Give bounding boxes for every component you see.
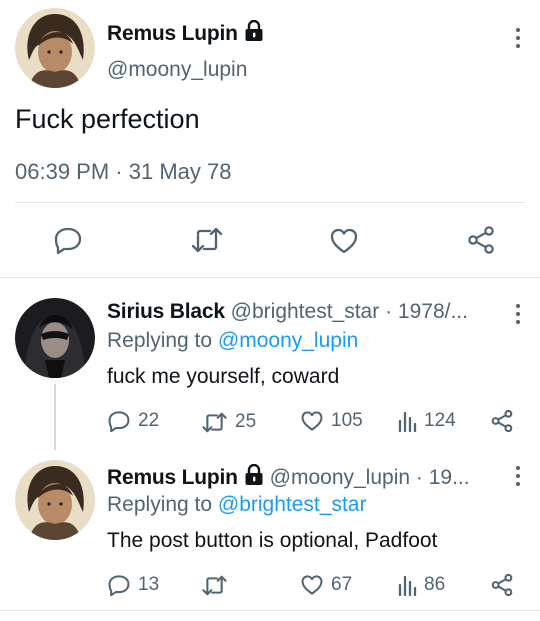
like-count: 105 [331, 410, 363, 431]
like-count: 67 [331, 574, 353, 595]
author-name[interactable]: Remus Lupin [107, 22, 238, 45]
retweet-icon [202, 575, 227, 596]
tweet-timestamp: 06:39 PM · 31 May 78 [15, 159, 231, 185]
reply-button[interactable]: 22 [107, 410, 159, 432]
reply-button[interactable]: 13 [107, 574, 159, 596]
views-count: 86 [424, 574, 446, 595]
share-button[interactable] [490, 409, 514, 433]
views-button[interactable]: 124 [397, 410, 456, 432]
reply-author-name[interactable]: Sirius Black [107, 300, 225, 323]
avatar-image [15, 460, 95, 540]
views-count: 124 [424, 410, 456, 431]
reply-timestamp[interactable]: · 19... [416, 466, 470, 489]
author-handle[interactable]: @moony_lupin [107, 58, 247, 82]
reply-count: 13 [138, 574, 160, 595]
like-button[interactable]: 67 [300, 574, 352, 596]
share-icon [491, 409, 513, 433]
more-options-icon[interactable] [515, 304, 521, 328]
retweet-count: 25 [235, 411, 257, 432]
more-options-icon[interactable] [515, 28, 521, 52]
reply-header: Remus Lupin @moony_lupin · 19... [107, 464, 470, 490]
replying-to-label: Replying to [107, 493, 213, 516]
reply-icon [108, 575, 130, 596]
views-icon [398, 411, 417, 432]
share-button[interactable] [466, 225, 496, 255]
reply-icon [54, 227, 82, 254]
like-button[interactable]: 105 [300, 410, 363, 432]
retweet-button[interactable] [190, 227, 224, 253]
reply-icon [108, 411, 130, 432]
divider [15, 202, 525, 203]
reply-count: 22 [138, 410, 160, 431]
divider [0, 277, 540, 278]
reply-author-handle[interactable]: @brightest_star [231, 300, 380, 323]
share-icon [468, 226, 494, 254]
replying-to-label: Replying to [107, 329, 213, 352]
tweet-date[interactable]: 31 May 78 [129, 159, 232, 184]
views-button[interactable]: 86 [397, 574, 445, 596]
reply-author-name[interactable]: Remus Lupin [107, 466, 238, 489]
lock-icon [245, 20, 263, 41]
tweet-text: Fuck perfection [15, 104, 200, 134]
like-icon [301, 575, 323, 595]
share-icon [491, 573, 513, 597]
thread-line [54, 384, 56, 450]
lock-icon [245, 464, 263, 485]
reply-author-handle[interactable]: @moony_lupin [270, 466, 410, 489]
retweet-icon [202, 412, 227, 432]
retweet-button[interactable]: 25 [201, 411, 256, 433]
reply-header: Sirius Black @brightest_star · 1978/... [107, 300, 468, 324]
reply-timestamp[interactable]: · 1978/... [385, 300, 468, 323]
author-avatar[interactable] [15, 8, 95, 88]
tweet-time[interactable]: 06:39 PM [15, 159, 109, 184]
like-icon [301, 411, 323, 431]
avatar-image [15, 298, 95, 378]
retweet-icon [191, 227, 223, 253]
reply-button[interactable] [53, 226, 83, 254]
share-button[interactable] [490, 573, 514, 597]
replying-to-handle[interactable]: @moony_lupin [218, 329, 358, 352]
like-button[interactable] [329, 227, 359, 255]
timestamp-separator: · [115, 159, 123, 184]
reply-avatar[interactable] [15, 298, 95, 378]
replying-to: Replying to @moony_lupin [107, 329, 358, 353]
more-options-icon[interactable] [515, 466, 521, 490]
retweet-button[interactable] [201, 575, 235, 596]
replying-to-handle[interactable]: @brightest_star [218, 493, 367, 516]
avatar-image [15, 8, 95, 88]
views-icon [398, 575, 417, 596]
replying-to: Replying to @brightest_star [107, 493, 366, 517]
like-icon [330, 228, 358, 254]
reply-text: fuck me yourself, coward [107, 365, 340, 388]
reply-text: The post button is optional, Padfoot [107, 529, 438, 552]
divider [0, 610, 540, 611]
reply-avatar[interactable] [15, 460, 95, 540]
